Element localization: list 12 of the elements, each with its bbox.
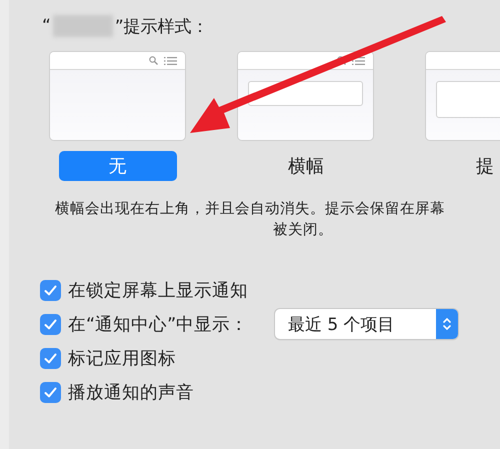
checkbox-label: 播放通知的声音 [68,382,194,404]
checkbox-label: 在“通知中心”中显示： [68,314,250,336]
section-title: ”提示样式： [114,16,209,38]
section-title: “ [42,16,51,36]
popup-menu[interactable]: 最近 5 个项目 [275,309,458,339]
style-option[interactable]: 提 [476,151,494,181]
style-option[interactable]: 横幅 [288,151,324,181]
description-text: 被关闭。 [273,222,333,238]
checkbox-label: 标记应用图标 [68,348,176,370]
style-option[interactable]: 无 [58,151,176,181]
checkbox-label: 在锁定屏幕上显示通知 [68,280,248,302]
description-text: 横幅会出现在右上角，并且会自动消失。提示会保留在屏幕 [55,201,445,217]
